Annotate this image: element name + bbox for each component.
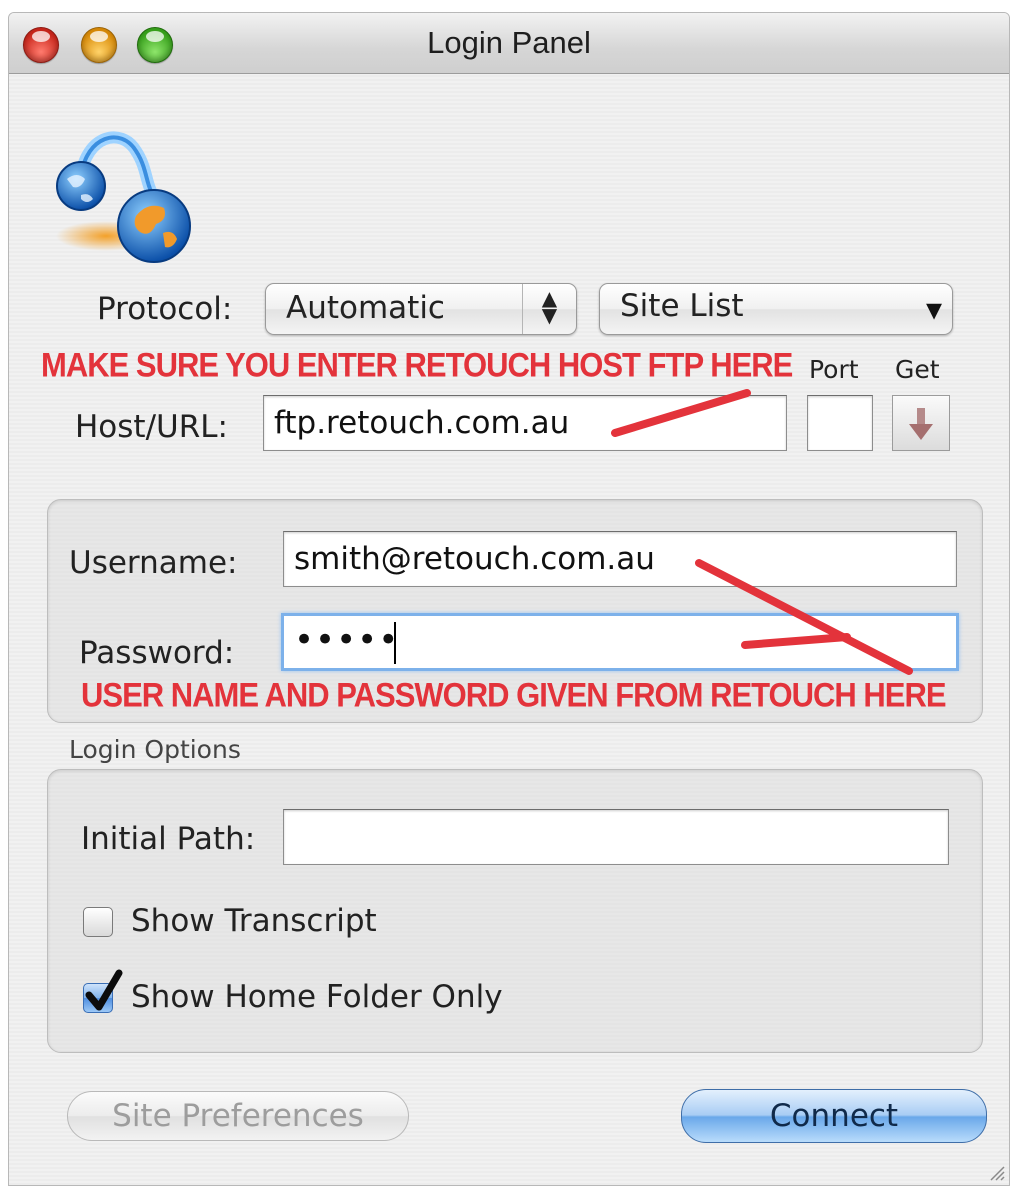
- connect-button[interactable]: Connect: [681, 1089, 987, 1143]
- site-list-value: Site List: [620, 288, 744, 324]
- window-title: Login Panel: [427, 25, 591, 60]
- protocol-label: Protocol:: [97, 291, 233, 327]
- get-label: Get: [895, 355, 940, 384]
- site-list-popup[interactable]: Site List ▾: [599, 283, 953, 335]
- host-annotation: MAKE SURE YOU ENTER RETOUCH HOST FTP HER…: [41, 345, 793, 385]
- username-value: smith@retouch.com.au: [294, 541, 655, 577]
- credentials-annotation-arrow: [695, 559, 913, 675]
- host-label: Host/URL:: [75, 409, 228, 445]
- show-transcript-checkbox[interactable]: Show Transcript: [83, 903, 423, 943]
- text-cursor: [394, 622, 396, 664]
- show-home-folder-checkbox[interactable]: Show Home Folder Only: [83, 969, 563, 1019]
- login-options-title: Login Options: [69, 735, 241, 764]
- login-panel-window: Login Panel Protocol: Automatic ▲ ▼ Site …: [8, 12, 1010, 1186]
- credentials-annotation: USER NAME AND PASSWORD GIVEN FROM RETOUC…: [81, 675, 947, 715]
- show-transcript-box[interactable]: [83, 907, 113, 937]
- host-url-value: ftp.retouch.com.au: [274, 405, 570, 441]
- resize-grip-icon[interactable]: [987, 1163, 1005, 1181]
- site-preferences-button[interactable]: Site Preferences: [67, 1091, 409, 1141]
- initial-path-field[interactable]: [283, 809, 949, 865]
- title-bar[interactable]: Login Panel: [9, 13, 1009, 74]
- ftp-globe-icon: [56, 131, 191, 263]
- protocol-value: Automatic: [286, 290, 445, 326]
- get-button[interactable]: [892, 395, 950, 451]
- password-value: •••••: [294, 620, 400, 660]
- show-home-folder-label: Show Home Folder Only: [131, 979, 503, 1015]
- protocol-popup[interactable]: Automatic ▲ ▼: [265, 283, 577, 335]
- port-label: Port: [809, 355, 859, 384]
- password-label: Password:: [79, 635, 235, 671]
- username-label: Username:: [69, 545, 238, 581]
- download-arrow-icon: [909, 408, 933, 440]
- up-down-arrows-icon[interactable]: ▲ ▼: [522, 284, 576, 334]
- port-field[interactable]: [807, 395, 873, 451]
- show-transcript-label: Show Transcript: [131, 903, 377, 939]
- host-annotation-arrow: [611, 389, 751, 437]
- initial-path-label: Initial Path:: [81, 821, 256, 857]
- checkmark-icon: [85, 969, 123, 1011]
- chevron-down-icon: ▾: [925, 290, 942, 328]
